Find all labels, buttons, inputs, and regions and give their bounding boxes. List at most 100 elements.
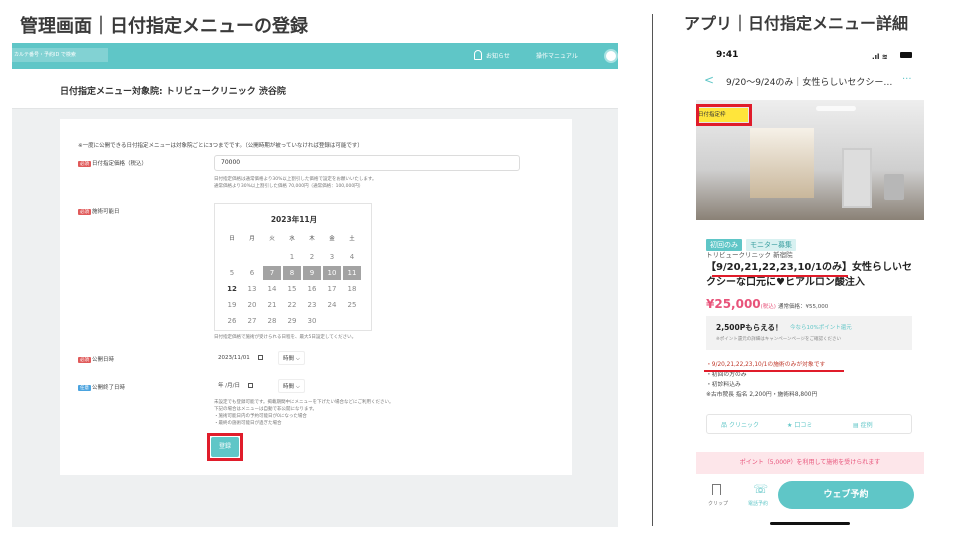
weekday-header: 木 — [309, 236, 315, 242]
right-slide-title: アプリ｜日付指定メニュー詳細 — [684, 14, 909, 33]
clip-label: クリップ — [708, 501, 729, 507]
calendar-day[interactable]: 11 — [343, 266, 361, 280]
publish-date-value: 2023/11/01 — [218, 355, 250, 361]
dates-help: 日付指定価格で施術が受けられる日程を、最大5日設定してください。 — [214, 335, 357, 340]
publish-time-select[interactable]: 時間 ⌵ — [278, 351, 305, 365]
calendar-day[interactable]: 4 — [343, 250, 361, 264]
calendar-day[interactable]: 30 — [303, 314, 321, 328]
calendar-day[interactable]: 9 — [303, 266, 321, 280]
calendar-day[interactable]: 2 — [303, 250, 321, 264]
end-help-4: ・最終の施術可能日が過ぎた場合 — [214, 421, 282, 426]
page-title: 日付指定メニュー対象院: トリビュークリニック 渋谷院 — [60, 87, 286, 97]
admin-header: カルテ番号・予約ID で検索 お知らせ 操作マニュアル — [12, 43, 618, 69]
publish-label-text: 公開日時 — [92, 357, 115, 363]
reviews-action[interactable]: ★ 口コミ — [787, 420, 812, 429]
chevron-down-icon: ⌵ — [295, 384, 300, 390]
calendar-day[interactable]: 7 — [263, 266, 281, 280]
calendar-icon[interactable] — [247, 383, 253, 388]
end-date-value: 年 /月/日 — [218, 383, 240, 389]
calendar-day[interactable]: 6 — [243, 266, 261, 280]
condition-item: ・初診料込み — [706, 382, 741, 388]
calendar-day[interactable]: 18 — [343, 282, 361, 296]
end-help-3: ・施術可能日内の予約可能日が0になった場合 — [214, 414, 307, 419]
required-badge: 必須 — [78, 357, 91, 363]
web-reserve-button[interactable]: ウェブ予約 — [778, 481, 914, 509]
reviews-action-label: 口コミ — [794, 422, 813, 429]
points-sub: 今なら10%ポイント還元 — [790, 325, 852, 331]
building-icon: 品 — [721, 422, 728, 429]
price-input[interactable]: 70000 — [214, 155, 520, 171]
calendar-day[interactable]: 23 — [303, 298, 321, 312]
calendar-day[interactable]: 20 — [243, 298, 261, 312]
weekday-header: 月 — [249, 236, 255, 242]
bell-icon[interactable] — [474, 50, 482, 60]
condition-underline — [704, 370, 844, 372]
calendar-day[interactable]: 21 — [263, 298, 281, 312]
cases-action[interactable]: ▤ 症例 — [853, 420, 873, 429]
calendar-day[interactable]: 22 — [283, 298, 301, 312]
points-note: ※ポイント還元の詳細はキャンペーンページをご確認ください — [716, 337, 841, 342]
news-link[interactable]: お知らせ — [486, 51, 510, 60]
calendar-day[interactable]: 5 — [223, 266, 241, 280]
weekday-header: 金 — [329, 236, 335, 242]
photo-door — [842, 148, 872, 208]
page-header: 日付指定メニュー対象院: トリビュークリニック 渋谷院 — [12, 69, 618, 109]
star-icon: ★ — [787, 422, 793, 429]
bottom-bar: クリップ ☏ 電話予約 ウェブ予約 — [696, 476, 924, 528]
manual-link[interactable]: 操作マニュアル — [536, 51, 578, 60]
end-date-input[interactable]: 年 /月/日 — [214, 379, 253, 393]
clinic-action[interactable]: 品 クリニック — [721, 420, 759, 429]
calendar-day[interactable]: 10 — [323, 266, 341, 280]
publish-time-value: 時間 — [283, 356, 295, 362]
dates-label: 必須 施術可能日 — [78, 207, 120, 215]
condition-item: ※古市院長 指名 2,200円・施術料8,800円 — [706, 392, 818, 398]
calendar-day[interactable]: 1 — [283, 250, 301, 264]
calendar-day[interactable]: 14 — [263, 282, 281, 296]
calendar-day[interactable]: 3 — [323, 250, 341, 264]
weekday-header: 土 — [349, 236, 355, 242]
calendar-icon[interactable] — [257, 355, 263, 360]
price-label: 必須 日付指定価格（税込） — [78, 159, 147, 167]
price-help-2: 通常価格より30%以上割引した価格 70,000円（通常価格：100,000円） — [214, 184, 364, 189]
calendar-day[interactable]: 28 — [263, 314, 281, 328]
vertical-divider — [652, 14, 653, 526]
bookmark-icon[interactable] — [712, 484, 721, 495]
search-box[interactable]: カルテ番号・予約ID で検索 — [12, 48, 108, 62]
calendar-day[interactable]: 16 — [303, 282, 321, 296]
clinic-name: トリビュークリニック 新宿院 — [706, 251, 793, 259]
photo-stool — [884, 174, 904, 200]
calendar-day[interactable]: 26 — [223, 314, 241, 328]
calendar-day[interactable]: 25 — [343, 298, 361, 312]
price-help-1: 日付指定価格は通常価格より30%以上割引した価格で設定をお願いいたします。 — [214, 177, 377, 182]
end-time-select[interactable]: 時間 ⌵ — [278, 379, 305, 393]
calendar-day[interactable]: 27 — [243, 314, 261, 328]
calendar-day[interactable]: 17 — [323, 282, 341, 296]
calendar-day[interactable]: 8 — [283, 266, 301, 280]
points-main: 2,500Pもらえる！ — [716, 323, 783, 332]
calendar-day[interactable]: 29 — [283, 314, 301, 328]
more-icon[interactable]: ··· — [902, 74, 912, 85]
avatar[interactable] — [604, 49, 618, 63]
calendar-month: 2023年11月 — [270, 215, 318, 224]
end-help-2: 下記の場合はメニューは自動で非公開になります。 — [214, 407, 318, 412]
phone-icon[interactable]: ☏ — [753, 482, 768, 496]
publish-date-input[interactable]: 2023/11/01 — [214, 351, 263, 365]
home-indicator — [770, 522, 850, 525]
conditions-list: ・9/20,21,22,23,10/1の施術のみが対象です ・初回の方のみ ・初… — [706, 360, 825, 400]
end-time-value: 時間 — [283, 384, 295, 390]
calendar-day[interactable]: 13 — [243, 282, 261, 296]
publish-label: 必須 公開日時 — [78, 355, 114, 363]
points-box: 2,500Pもらえる！ 今なら10%ポイント還元 ※ポイント還元の詳細はキャンペ… — [706, 316, 912, 350]
calendar-day[interactable]: 24 — [323, 298, 341, 312]
headline-underline — [712, 275, 848, 277]
battery-icon — [900, 52, 912, 58]
price-label-text: 日付指定価格（税込） — [92, 161, 148, 167]
weekday-header: 日 — [229, 236, 235, 242]
price-tax: (税込) — [760, 304, 776, 310]
back-icon[interactable]: < — [704, 73, 714, 87]
date-calendar[interactable]: 2023年11月 日月火水木金土 1 2 3 4 5 6 7 8 9 10 11 12 13 14 15 16 1… — [214, 203, 372, 331]
calendar-day[interactable]: 15 — [283, 282, 301, 296]
calendar-day[interactable]: 19 — [223, 298, 241, 312]
calendar-day[interactable]: 12 — [223, 282, 241, 296]
status-time: 9:41 — [716, 50, 739, 60]
